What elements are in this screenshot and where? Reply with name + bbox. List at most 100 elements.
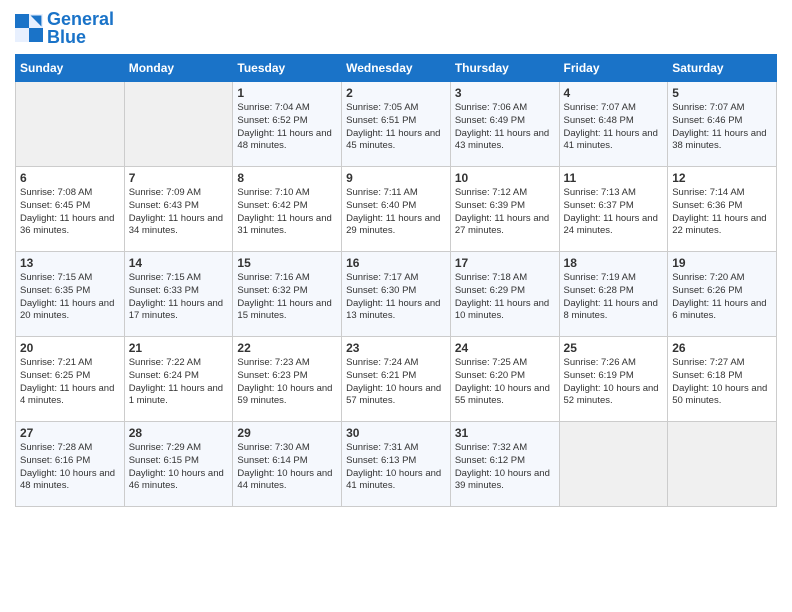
cell-info: Daylight: 10 hours and 59 minutes. bbox=[237, 383, 337, 409]
cell-info: Sunrise: 7:14 AM bbox=[672, 187, 772, 200]
calendar-cell bbox=[668, 422, 777, 507]
day-number: 25 bbox=[564, 341, 664, 355]
cell-info: Sunrise: 7:10 AM bbox=[237, 187, 337, 200]
calendar-cell: 22 Sunrise: 7:23 AMSunset: 6:23 PMDayligh… bbox=[233, 337, 342, 422]
calendar-cell: 14 Sunrise: 7:15 AMSunset: 6:33 PMDayligh… bbox=[124, 252, 233, 337]
cell-info: Daylight: 10 hours and 50 minutes. bbox=[672, 383, 772, 409]
cell-info: Sunset: 6:16 PM bbox=[20, 455, 120, 468]
cell-info: Sunset: 6:21 PM bbox=[346, 370, 446, 383]
calendar-cell: 26Sunrise: 7:27 AMSunset: 6:18 PMDayligh… bbox=[668, 337, 777, 422]
calendar-cell bbox=[16, 82, 125, 167]
cell-info: Sunrise: 7:12 AM bbox=[455, 187, 555, 200]
cell-info: Daylight: 10 hours and 55 minutes. bbox=[455, 383, 555, 409]
day-number: 27 bbox=[20, 426, 120, 440]
week-row-2: 6Sunrise: 7:08 AMSunset: 6:45 PMDaylight… bbox=[16, 167, 777, 252]
cell-info: Daylight: 10 hours and 46 minutes. bbox=[129, 468, 229, 494]
day-number: 31 bbox=[455, 426, 555, 440]
cell-info: Daylight: 11 hours and 38 minutes. bbox=[672, 128, 772, 154]
cell-info: Sunset: 6:37 PM bbox=[564, 200, 664, 213]
calendar-table: SundayMondayTuesdayWednesdayThursdayFrid… bbox=[15, 54, 777, 507]
day-number: 12 bbox=[672, 171, 772, 185]
calendar-cell: 10Sunrise: 7:12 AMSunset: 6:39 PMDayligh… bbox=[450, 167, 559, 252]
cell-info: Sunset: 6:30 PM bbox=[346, 285, 446, 298]
cell-info: Sunrise: 7:28 AM bbox=[20, 442, 120, 455]
cell-info: Sunset: 6:40 PM bbox=[346, 200, 446, 213]
cell-info: Daylight: 10 hours and 57 minutes. bbox=[346, 383, 446, 409]
day-number: 6 bbox=[20, 171, 120, 185]
cell-info: Daylight: 11 hours and 36 minutes. bbox=[20, 213, 120, 239]
calendar-cell bbox=[124, 82, 233, 167]
cell-info: Sunrise: 7:15 AM bbox=[129, 272, 229, 285]
day-header-monday: Monday bbox=[124, 55, 233, 82]
calendar-cell: 27 Sunrise: 7:28 AMSunset: 6:16 PMDayligh… bbox=[16, 422, 125, 507]
cell-info: Sunset: 6:33 PM bbox=[129, 285, 229, 298]
cell-info: Daylight: 10 hours and 39 minutes. bbox=[455, 468, 555, 494]
day-number: 8 bbox=[237, 171, 337, 185]
day-number: 3 bbox=[455, 86, 555, 100]
day-number: 1 bbox=[237, 86, 337, 100]
cell-info: Sunrise: 7:23 AM bbox=[237, 357, 337, 370]
cell-info: Sunset: 6:26 PM bbox=[672, 285, 772, 298]
calendar-cell: 25Sunrise: 7:26 AMSunset: 6:19 PMDayligh… bbox=[559, 337, 668, 422]
page: General Blue SundayMondayTuesdayWednesda… bbox=[0, 0, 792, 522]
cell-info: Sunrise: 7:31 AM bbox=[346, 442, 446, 455]
calendar-cell: 3Sunrise: 7:06 AMSunset: 6:49 PMDaylight… bbox=[450, 82, 559, 167]
cell-info: Sunrise: 7:32 AM bbox=[455, 442, 555, 455]
week-row-3: 13 Sunrise: 7:15 AM Sunset: 6:35 PM Dayligh… bbox=[16, 252, 777, 337]
calendar-cell: 31 Sunrise: 7:32 AMSunset: 6:12 PMDayligh… bbox=[450, 422, 559, 507]
calendar-cell: 12Sunrise: 7:14 AMSunset: 6:36 PMDayligh… bbox=[668, 167, 777, 252]
cell-info: Daylight: 11 hours and 34 minutes. bbox=[129, 213, 229, 239]
calendar-cell: 5Sunrise: 7:07 AMSunset: 6:46 PMDaylight… bbox=[668, 82, 777, 167]
cell-info: Sunset: 6:35 PM bbox=[20, 285, 120, 298]
cell-info: Sunset: 6:29 PM bbox=[455, 285, 555, 298]
cell-info: Daylight: 11 hours and 48 minutes. bbox=[237, 128, 337, 154]
day-number: 5 bbox=[672, 86, 772, 100]
cell-info: Sunset: 6:12 PM bbox=[455, 455, 555, 468]
calendar-cell: 11Sunrise: 7:13 AMSunset: 6:37 PMDayligh… bbox=[559, 167, 668, 252]
header-row: SundayMondayTuesdayWednesdayThursdayFrid… bbox=[16, 55, 777, 82]
cell-info: Sunset: 6:52 PM bbox=[237, 115, 337, 128]
day-number: 26 bbox=[672, 341, 772, 355]
calendar-cell: 9Sunrise: 7:11 AMSunset: 6:40 PMDaylight… bbox=[342, 167, 451, 252]
cell-info: Daylight: 11 hours and 22 minutes. bbox=[672, 213, 772, 239]
day-number: 23 bbox=[346, 341, 446, 355]
cell-info: Sunset: 6:23 PM bbox=[237, 370, 337, 383]
cell-info: Daylight: 10 hours and 48 minutes. bbox=[20, 468, 120, 494]
cell-info: Sunset: 6:18 PM bbox=[672, 370, 772, 383]
day-header-wednesday: Wednesday bbox=[342, 55, 451, 82]
cell-info: Daylight: 11 hours and 1 minute. bbox=[129, 383, 229, 409]
day-number: 9 bbox=[346, 171, 446, 185]
day-number: 10 bbox=[455, 171, 555, 185]
cell-info: Daylight: 10 hours and 41 minutes. bbox=[346, 468, 446, 494]
cell-info: Sunset: 6:48 PM bbox=[564, 115, 664, 128]
cell-info: Daylight: 10 hours and 52 minutes. bbox=[564, 383, 664, 409]
day-number: 17 bbox=[455, 256, 555, 270]
logo-name: General bbox=[47, 10, 114, 28]
cell-info: Daylight: 11 hours and 8 minutes. bbox=[564, 298, 664, 324]
calendar-cell: 13Sunrise: 7:15 AMSunset: 6:35 PMDayligh… bbox=[16, 252, 125, 337]
calendar-cell: 17Sunrise: 7:18 AMSunset: 6:29 PMDayligh… bbox=[450, 252, 559, 337]
logo: General Blue bbox=[15, 10, 114, 46]
day-number: 19 bbox=[672, 256, 772, 270]
day-number: 15 bbox=[237, 256, 337, 270]
header: General Blue bbox=[15, 10, 777, 46]
cell-info: Sunset: 6:43 PM bbox=[129, 200, 229, 213]
day-number: 13 bbox=[20, 256, 120, 270]
day-number: 14 bbox=[129, 256, 229, 270]
cell-info: Sunrise: 7:19 AM bbox=[564, 272, 664, 285]
day-number: 21 bbox=[129, 341, 229, 355]
cell-info: Daylight: 11 hours and 45 minutes. bbox=[346, 128, 446, 154]
cell-info: Sunrise: 7:18 AM bbox=[455, 272, 555, 285]
cell-info: Sunrise: 7:22 AM bbox=[129, 357, 229, 370]
day-header-thursday: Thursday bbox=[450, 55, 559, 82]
cell-info: Daylight: 11 hours and 27 minutes. bbox=[455, 213, 555, 239]
calendar-cell: 21Sunrise: 7:22 AMSunset: 6:24 PMDayligh… bbox=[124, 337, 233, 422]
logo-name2: Blue bbox=[47, 28, 114, 46]
day-number: 20 bbox=[20, 341, 120, 355]
cell-info: Daylight: 11 hours and 17 minutes. bbox=[129, 298, 229, 324]
cell-info: Sunrise: 7:30 AM bbox=[237, 442, 337, 455]
calendar-cell: 16Sunrise: 7:17 AMSunset: 6:30 PMDayligh… bbox=[342, 252, 451, 337]
day-number: 22 bbox=[237, 341, 337, 355]
cell-info: Sunrise: 7:20 AM bbox=[672, 272, 772, 285]
calendar-cell: 6Sunrise: 7:08 AMSunset: 6:45 PMDaylight… bbox=[16, 167, 125, 252]
